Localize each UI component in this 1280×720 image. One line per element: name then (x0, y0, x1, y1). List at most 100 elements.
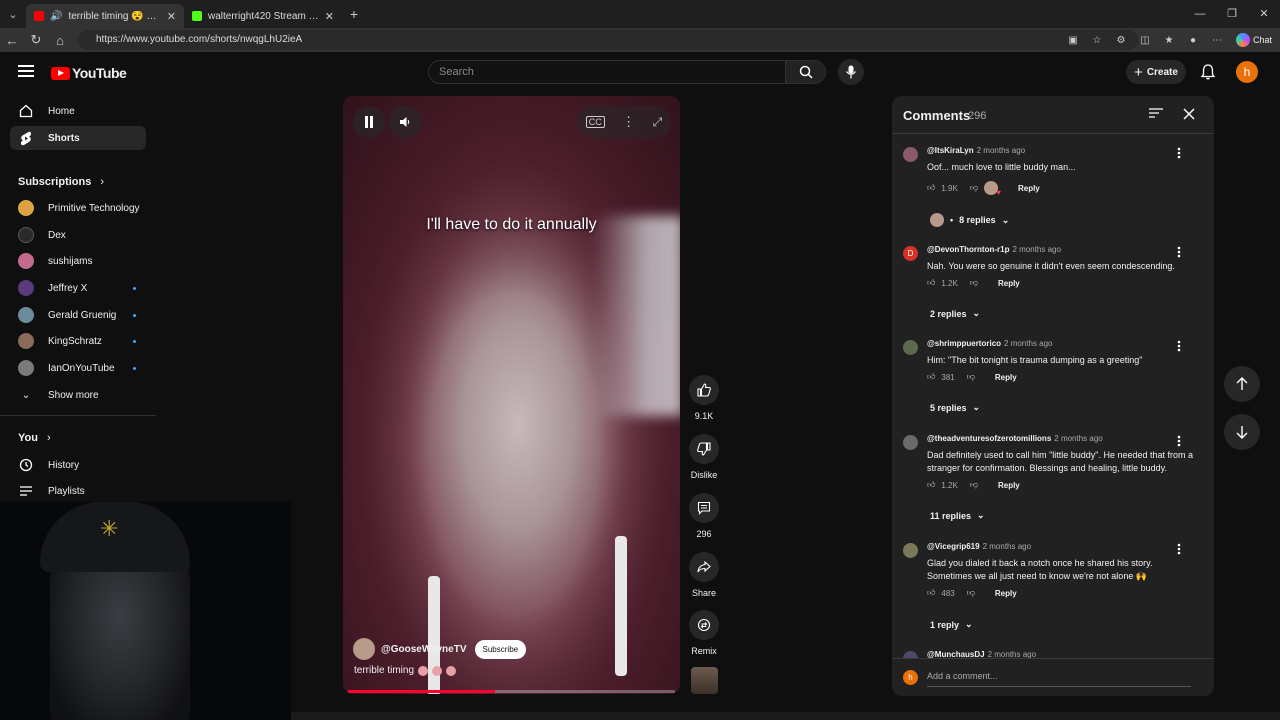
search-input[interactable]: Search (428, 60, 786, 84)
video-progress-bar[interactable] (348, 690, 675, 693)
remix-button[interactable]: Remix (689, 610, 719, 656)
next-short-button[interactable] (1224, 414, 1260, 450)
thumbs-down-icon[interactable]: 👎︎ (970, 480, 978, 490)
new-tab-button[interactable]: + (342, 6, 366, 22)
minimize-icon[interactable]: — (1184, 0, 1216, 28)
reply-button[interactable]: Reply (995, 373, 1017, 382)
comment-more-icon[interactable] (1177, 339, 1187, 353)
comment-more-icon[interactable] (1177, 434, 1187, 448)
split-screen-icon[interactable]: ◫ (1136, 35, 1154, 46)
menu-icon[interactable] (18, 65, 34, 77)
comment-author[interactable]: @DevonThornton-r1p 2 months ago (927, 245, 1061, 254)
shorts-video-player[interactable]: CC ⋮ ⤢ I'll have to do it annually @Goos… (343, 96, 680, 694)
sidebar-item-channel[interactable]: Primitive Technology (10, 196, 146, 220)
tab-list-button[interactable]: ⌄ (0, 0, 26, 28)
youtube-logo[interactable]: YouTube (51, 65, 127, 81)
restore-icon[interactable]: ❐ (1216, 0, 1248, 28)
like-button[interactable]: 9.1K (689, 375, 719, 421)
comment-author[interactable]: @ItsKiraLyn 2 months ago (927, 146, 1025, 155)
commenter-avatar[interactable] (903, 340, 918, 355)
thumbs-down-icon[interactable]: 👎︎ (967, 588, 975, 598)
sidebar-item-channel[interactable]: sushijams (10, 249, 146, 273)
dislike-button[interactable]: Dislike (689, 434, 719, 480)
profile-icon[interactable]: ● (1184, 35, 1202, 46)
reload-icon[interactable]: ↻ (24, 32, 48, 48)
audio-icon[interactable]: 🔊 (50, 11, 62, 22)
comment-author[interactable]: @theadventuresofzerotomillions 2 months a… (927, 434, 1103, 443)
favorite-star-icon[interactable]: ☆ (1088, 35, 1106, 46)
close-tab-icon[interactable]: ✕ (325, 10, 334, 23)
app-available-icon[interactable]: ▣ (1064, 35, 1082, 46)
subscribe-button[interactable]: Subscribe (474, 639, 527, 659)
previous-short-button[interactable] (1224, 366, 1260, 402)
sound-thumbnail[interactable] (691, 667, 718, 694)
copilot-chat-button[interactable]: Chat (1232, 33, 1276, 47)
view-replies-button[interactable]: • 8 replies ⌄ (930, 213, 1009, 227)
thumbs-up-icon[interactable]: 👍︎ (927, 480, 935, 490)
commenter-avatar[interactable] (903, 543, 918, 558)
sidebar-item-channel[interactable]: Jeffrey X (10, 276, 146, 300)
reply-button[interactable]: Reply (998, 481, 1020, 490)
channel-avatar[interactable] (353, 638, 375, 660)
view-replies-button[interactable]: 1 reply ⌄ (930, 619, 973, 630)
thumbs-up-icon[interactable]: 👍︎ (927, 183, 935, 193)
comment-author[interactable]: @shrimppuertorico 2 months ago (927, 339, 1053, 348)
commenter-avatar[interactable] (903, 147, 918, 162)
home-browser-icon[interactable]: ⌂ (48, 33, 72, 48)
thumbs-up-icon[interactable]: 👍︎ (927, 588, 935, 598)
sidebar-item-history[interactable]: History (10, 453, 146, 477)
you-heading[interactable]: You › (18, 432, 51, 444)
share-button[interactable]: Share (689, 552, 719, 598)
browser-tab-2[interactable]: walterright420 Stream - Watch Live ✕ (184, 4, 342, 28)
comment-more-icon[interactable] (1177, 146, 1187, 160)
browser-tab-1[interactable]: 🔊 terrible timing 😵 😵 😵 - YouTube ✕ (26, 4, 184, 28)
show-more-button[interactable]: ⌄ Show more (10, 383, 146, 407)
thumbs-down-icon[interactable]: 👎︎ (967, 372, 975, 382)
close-tab-icon[interactable]: ✕ (167, 10, 176, 23)
more-icon[interactable]: ⋯ (1208, 35, 1226, 46)
thumbs-up-icon[interactable]: 👍︎ (927, 372, 935, 382)
favorites-icon[interactable]: ★ (1160, 35, 1178, 46)
add-comment-input[interactable]: Add a comment... (927, 669, 1191, 687)
channel-name[interactable]: @GooseWayneTV (381, 644, 467, 655)
sidebar-item-channel[interactable]: IanOnYouTube (10, 356, 146, 380)
thumbs-up-icon[interactable]: 👍︎ (927, 278, 935, 288)
close-icon[interactable] (1180, 105, 1198, 123)
voice-search-button[interactable] (838, 59, 864, 85)
sidebar-item-home[interactable]: Home (10, 99, 146, 123)
sidebar-item-channel[interactable]: Gerald Gruenig (10, 303, 146, 327)
view-replies-button[interactable]: 2 replies ⌄ (930, 308, 980, 319)
view-replies-button[interactable]: 5 replies ⌄ (930, 402, 980, 413)
fullscreen-icon[interactable]: ⤢ (653, 115, 663, 130)
view-replies-button[interactable]: 11 replies ⌄ (930, 510, 985, 521)
subscriptions-heading[interactable]: Subscriptions › (18, 176, 104, 188)
reply-button[interactable]: Reply (995, 589, 1017, 598)
commenter-avatar[interactable] (903, 435, 918, 450)
thumbs-down-icon[interactable]: 👎︎ (970, 278, 978, 288)
notifications-button[interactable] (1198, 62, 1218, 82)
extensions-icon[interactable]: ⚙ (1112, 35, 1130, 46)
back-icon[interactable]: ← (0, 33, 24, 48)
sort-icon[interactable] (1148, 106, 1164, 122)
volume-button[interactable] (389, 106, 421, 138)
address-bar[interactable]: https://www.youtube.com/shorts/nwqgLhU2i… (78, 30, 1138, 50)
sidebar-item-channel[interactable]: Dex (10, 223, 146, 247)
comment-more-icon[interactable] (1177, 542, 1187, 556)
more-options-icon[interactable]: ⋮ (622, 114, 635, 130)
commenter-avatar[interactable]: D (903, 246, 918, 261)
close-window-icon[interactable]: ✕ (1248, 0, 1280, 28)
search-button[interactable] (786, 60, 826, 84)
sidebar-item-shorts[interactable]: Shorts (10, 126, 146, 150)
comment-author[interactable]: @Vicegrip619 2 months ago (927, 542, 1031, 551)
sidebar-item-channel[interactable]: KingSchratz (10, 329, 146, 353)
thumbs-down-icon[interactable]: 👎︎ (970, 183, 978, 193)
create-button[interactable]: + Create (1126, 60, 1186, 84)
comments-button[interactable]: 296 (689, 493, 719, 539)
pause-button[interactable] (353, 106, 385, 138)
reply-button[interactable]: Reply (998, 279, 1020, 288)
sidebar-item-playlists[interactable]: Playlists (10, 479, 146, 503)
comment-more-icon[interactable] (1177, 245, 1187, 259)
reply-button[interactable]: Reply (1018, 184, 1040, 193)
account-avatar[interactable]: h (1236, 61, 1258, 83)
captions-icon[interactable]: CC (585, 116, 605, 128)
